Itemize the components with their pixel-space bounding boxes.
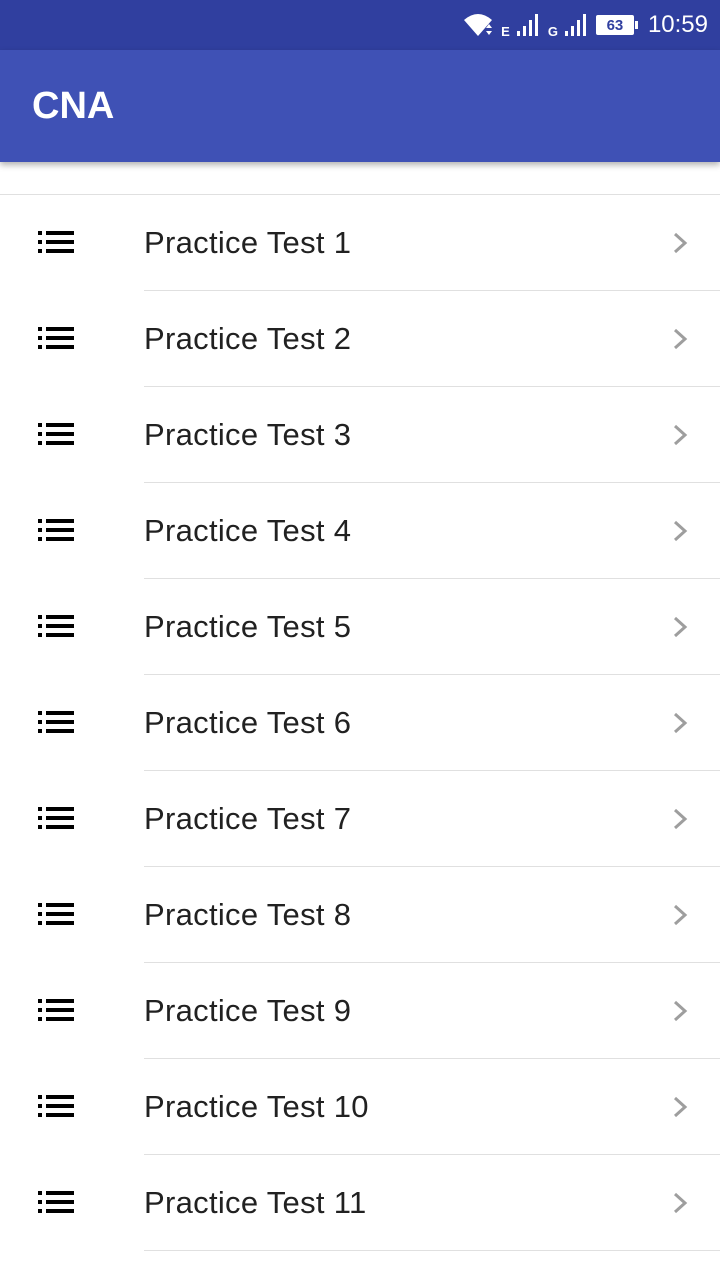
battery-icon: 63 xyxy=(595,15,638,35)
list-item-label: Practice Test 7 xyxy=(144,801,352,836)
network-type-a: E xyxy=(501,23,510,39)
chevron-right-icon xyxy=(670,423,690,447)
network-type-b: G xyxy=(547,23,558,39)
list-item[interactable]: Practice Test 9 xyxy=(0,963,720,1059)
chevron-right-icon xyxy=(670,1191,690,1215)
list-icon xyxy=(38,519,74,541)
list-item-label: Practice Test 1 xyxy=(144,225,352,260)
list-item-label: Practice Test 6 xyxy=(144,705,352,740)
chevron-right-icon xyxy=(670,519,690,543)
list-item[interactable]: Practice Test 1 xyxy=(0,195,720,291)
list-item[interactable]: Practice Test 5 xyxy=(0,579,720,675)
list-item-label: Practice Test 9 xyxy=(144,993,352,1028)
chevron-right-icon xyxy=(670,903,690,927)
chevron-right-icon xyxy=(670,327,690,351)
list-icon xyxy=(38,999,74,1021)
practice-test-list: Practice Test 1 Practice Test 2 Practice T… xyxy=(0,194,720,1251)
list-icon xyxy=(38,807,74,829)
list-icon xyxy=(38,903,74,925)
list-item-label: Practice Test 4 xyxy=(144,513,352,548)
chevron-right-icon xyxy=(670,807,690,831)
signal-icon xyxy=(516,13,540,37)
status-icons: E G 63 10:59 xyxy=(463,0,708,50)
app-title: CNA xyxy=(32,85,115,127)
list-item-label: Practice Test 11 xyxy=(144,1185,367,1220)
list-item[interactable]: Practice Test 4 xyxy=(0,483,720,579)
list-icon xyxy=(38,711,74,733)
list-item-label: Practice Test 10 xyxy=(144,1089,369,1124)
list-item[interactable]: Practice Test 8 xyxy=(0,867,720,963)
list-item[interactable]: Practice Test 10 xyxy=(0,1059,720,1155)
list-item-label: Practice Test 5 xyxy=(144,609,352,644)
wifi-icon xyxy=(463,12,493,38)
chevron-right-icon xyxy=(670,1095,690,1119)
list-item-label: Practice Test 8 xyxy=(144,897,352,932)
list-item[interactable]: Practice Test 6 xyxy=(0,675,720,771)
chevron-right-icon xyxy=(670,615,690,639)
list-icon xyxy=(38,231,74,253)
clock: 10:59 xyxy=(647,11,708,38)
chevron-right-icon xyxy=(670,231,690,255)
app-bar: CNA xyxy=(0,50,720,162)
battery-level: 63 xyxy=(595,15,634,35)
list-item[interactable]: Practice Test 2 xyxy=(0,291,720,387)
list-item[interactable]: Practice Test 3 xyxy=(0,387,720,483)
chevron-right-icon xyxy=(670,999,690,1023)
list-item-label: Practice Test 2 xyxy=(144,321,352,356)
battery-tip xyxy=(634,21,638,29)
signal-icon xyxy=(564,13,588,37)
chevron-right-icon xyxy=(670,711,690,735)
list-icon xyxy=(38,327,74,349)
list-item-label: Practice Test 3 xyxy=(144,417,352,452)
list-icon xyxy=(38,1191,74,1213)
list-item[interactable]: Practice Test 11 xyxy=(0,1155,720,1251)
list-icon xyxy=(38,1095,74,1117)
list-item[interactable]: Practice Test 7 xyxy=(0,771,720,867)
list-icon xyxy=(38,615,74,637)
list-icon xyxy=(38,423,74,445)
status-bar: E G 63 10:59 xyxy=(0,0,720,50)
